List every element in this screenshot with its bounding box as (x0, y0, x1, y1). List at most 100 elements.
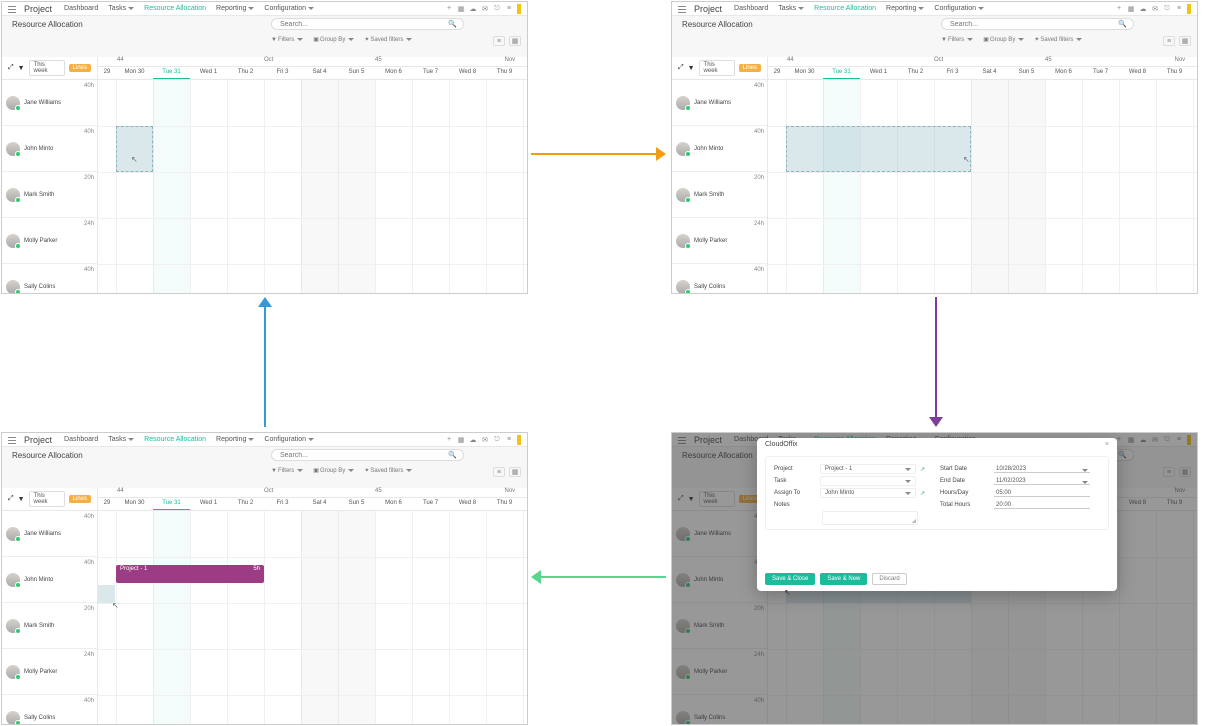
menu-item-dashboard[interactable]: Dashboard (64, 5, 98, 12)
search-icon[interactable]: 🔍 (1118, 20, 1127, 28)
savedfilters-button[interactable]: ✦ Saved filters (1034, 36, 1082, 43)
value-start[interactable]: 10/28/2023 (994, 466, 1090, 473)
resource-row[interactable]: Jane Williams40h (2, 80, 97, 126)
close-icon[interactable]: × (1105, 441, 1109, 448)
search-input[interactable] (948, 20, 1098, 29)
filter-icon[interactable]: ⎋ (1163, 5, 1171, 13)
menu-icon[interactable]: ≡ (505, 5, 513, 12)
menu-item-dashboard[interactable]: Dashboard (64, 436, 98, 443)
menu-icon[interactable]: ≡ (505, 436, 513, 443)
menu-item-reporting[interactable]: Reporting (216, 5, 254, 12)
open-link-icon[interactable]: ↗ (920, 490, 925, 497)
resource-row[interactable]: Mark Smith20h (2, 603, 97, 649)
savedfilters-button[interactable]: ✦ Saved filters (364, 36, 412, 43)
hamburger-icon[interactable] (8, 5, 16, 13)
hamburger-icon[interactable] (8, 436, 16, 444)
cloud-icon[interactable]: ☁ (469, 436, 477, 444)
filter-icon[interactable]: ▼ (18, 496, 25, 503)
filter-icon[interactable]: ▼ (688, 65, 695, 72)
resource-row[interactable]: Sally Colins40h (2, 264, 97, 294)
resource-row[interactable]: Mark Smith20h (2, 172, 97, 218)
resource-row[interactable]: John Minto40h (672, 126, 767, 172)
resource-row[interactable]: Sally Colins40h (672, 264, 767, 294)
resource-row[interactable]: Molly Parker24h (2, 649, 97, 695)
cloud-icon[interactable]: ☁ (1139, 5, 1147, 13)
list-view-icon[interactable]: ≡ (493, 467, 505, 477)
timeline-grid[interactable]: ↖ (768, 80, 1197, 293)
calendar-icon[interactable]: ▦ (457, 5, 465, 13)
discard-button[interactable]: Discard (872, 573, 906, 585)
menu-item-configuration[interactable]: Configuration (264, 436, 314, 443)
filter-icon[interactable]: ▼ (18, 65, 25, 72)
filters-button[interactable]: ▼ Filters (941, 37, 973, 43)
save-close-button[interactable]: Save & Close (765, 573, 815, 585)
menu-item-tasks[interactable]: Tasks (108, 436, 134, 443)
search-icon[interactable]: 🔍 (448, 20, 457, 28)
lines-button[interactable]: Lines (69, 64, 91, 72)
list-view-icon[interactable]: ≡ (1163, 36, 1175, 46)
user-badge[interactable] (517, 4, 521, 14)
savedfilters-button[interactable]: ✦ Saved filters (364, 467, 412, 474)
resource-row[interactable]: John Minto40h (2, 126, 97, 172)
user-badge[interactable] (517, 435, 521, 445)
value-hoursday[interactable]: 05:00 (994, 490, 1090, 497)
menu-item-resource-allocation[interactable]: Resource Allocation (144, 5, 206, 12)
value-end[interactable]: 11/02/2023 (994, 478, 1090, 485)
list-view-icon[interactable]: ≡ (493, 36, 505, 46)
menu-item-dashboard[interactable]: Dashboard (734, 5, 768, 12)
search-input[interactable] (278, 451, 428, 460)
search-box[interactable]: 🔍 (271, 449, 464, 461)
menu-item-resource-allocation[interactable]: Resource Allocation (814, 5, 876, 12)
timeline[interactable]: 44Oct45Nov29Mon 30Tue 31Wed 1Thu 2Fri 3S… (98, 488, 527, 724)
drag-selection[interactable] (116, 126, 153, 172)
timeline[interactable]: 44Oct45Nov29Mon 30Tue 31Wed 1Thu 2Fri 3S… (768, 57, 1197, 293)
menu-item-tasks[interactable]: Tasks (778, 5, 804, 12)
timeline-grid[interactable]: Project - 15h↖ (98, 511, 527, 724)
lines-button[interactable]: Lines (739, 64, 761, 72)
resource-row[interactable]: Molly Parker24h (672, 218, 767, 264)
grid-view-icon[interactable]: ▦ (509, 467, 521, 477)
hamburger-icon[interactable] (678, 5, 686, 13)
expand-icon[interactable]: ⤢ (678, 64, 684, 72)
menu-item-configuration[interactable]: Configuration (264, 5, 314, 12)
filters-button[interactable]: ▼ Filters (271, 468, 303, 474)
allocation-bar[interactable]: Project - 15h (116, 565, 264, 583)
save-new-button[interactable]: Save & New (820, 573, 867, 585)
groupby-button[interactable]: ▣ Group By (313, 467, 354, 474)
groupby-button[interactable]: ▣ Group By (983, 36, 1024, 43)
plus-icon[interactable]: + (1115, 5, 1123, 12)
assignto-select[interactable]: John Minto (820, 488, 916, 498)
menu-item-resource-allocation[interactable]: Resource Allocation (144, 436, 206, 443)
resource-row[interactable]: Molly Parker24h (2, 218, 97, 264)
chat-icon[interactable]: ✉ (481, 436, 489, 444)
project-select[interactable]: Project - 1 (820, 464, 916, 474)
plus-icon[interactable]: + (445, 436, 453, 443)
thisweek-button[interactable]: This week (699, 60, 735, 76)
filter-icon[interactable]: ⎋ (493, 436, 501, 444)
drag-selection[interactable] (786, 126, 971, 172)
menu-icon[interactable]: ≡ (1175, 5, 1183, 12)
grid-view-icon[interactable]: ▦ (509, 36, 521, 46)
chat-icon[interactable]: ✉ (481, 5, 489, 13)
notes-textarea[interactable] (822, 511, 918, 525)
expand-icon[interactable]: ⤢ (8, 495, 14, 503)
resource-row[interactable]: Mark Smith20h (672, 172, 767, 218)
resource-row[interactable]: Jane Williams40h (2, 511, 97, 557)
open-link-icon[interactable]: ↗ (920, 466, 925, 473)
user-badge[interactable] (1187, 4, 1191, 14)
grid-view-icon[interactable]: ▦ (1179, 36, 1191, 46)
thisweek-button[interactable]: This week (29, 60, 65, 76)
calendar-icon[interactable]: ▦ (1127, 5, 1135, 13)
menu-item-reporting[interactable]: Reporting (216, 436, 254, 443)
search-box[interactable]: 🔍 (271, 18, 464, 30)
search-box[interactable]: 🔍 (941, 18, 1134, 30)
search-input[interactable] (278, 20, 428, 29)
calendar-icon[interactable]: ▦ (457, 436, 465, 444)
task-select[interactable] (820, 476, 916, 486)
expand-icon[interactable]: ⤢ (8, 64, 14, 72)
chat-icon[interactable]: ✉ (1151, 5, 1159, 13)
timeline-grid[interactable]: ↖ (98, 80, 527, 293)
groupby-button[interactable]: ▣ Group By (313, 36, 354, 43)
value-total[interactable]: 20:00 (994, 502, 1090, 509)
resource-row[interactable]: John Minto40h (2, 557, 97, 603)
